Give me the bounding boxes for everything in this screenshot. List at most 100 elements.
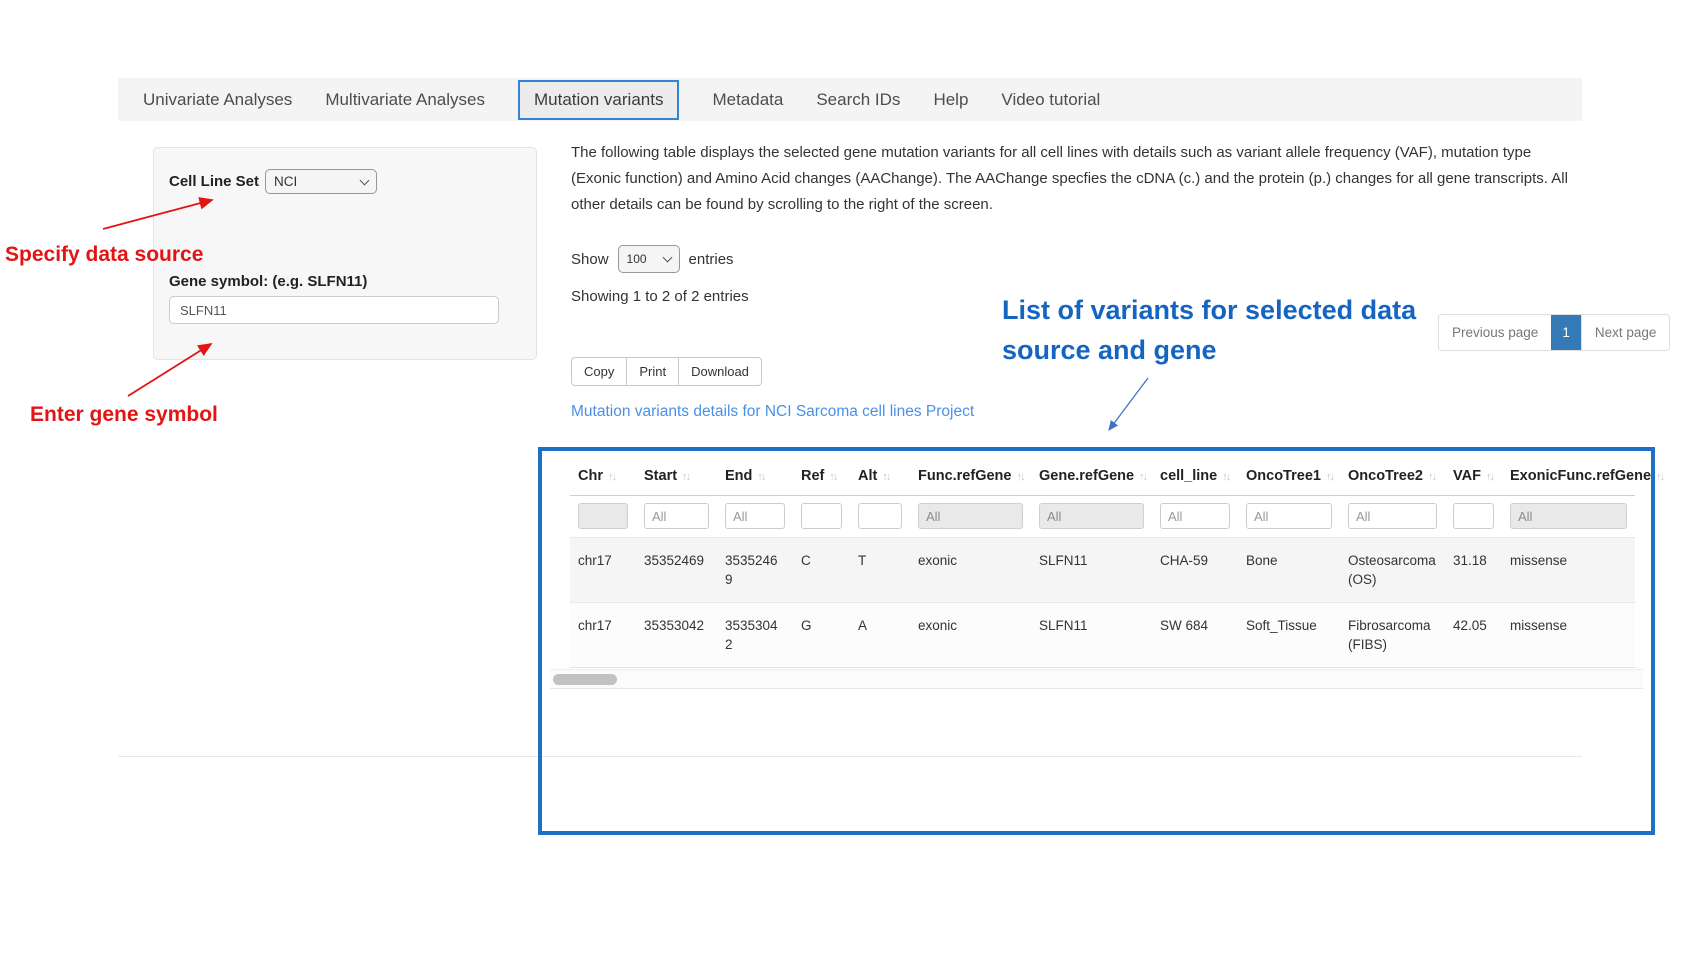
table-row: chr173535304235353042GAexonicSLFN11SW 68…	[570, 603, 1635, 668]
export-button-group: Copy Print Download	[571, 357, 762, 386]
table-cell: 35352469	[717, 538, 793, 603]
tab-video-tutorial[interactable]: Video tutorial	[1001, 90, 1100, 110]
table-cell: exonic	[910, 538, 1031, 603]
table-cell: SLFN11	[1031, 603, 1152, 668]
tab-help[interactable]: Help	[933, 90, 968, 110]
tab-univariate-analyses[interactable]: Univariate Analyses	[143, 90, 292, 110]
table-cell: SW 684	[1152, 603, 1238, 668]
filter-input-alt[interactable]	[858, 503, 902, 529]
column-header-alt[interactable]: Alt↑↓	[850, 455, 910, 496]
table-cell: exonic	[910, 603, 1031, 668]
column-header-ref[interactable]: Ref ↑↓	[793, 455, 850, 496]
column-header-func-refgene[interactable]: Func.refGene↑↓	[910, 455, 1031, 496]
sort-icon: ↑↓	[882, 471, 889, 483]
horizontal-scrollbar[interactable]	[550, 669, 1643, 689]
sort-icon: ↑↓	[1326, 471, 1333, 483]
page-size-select[interactable]: 100	[618, 245, 680, 273]
list-of-variants-note: List of variants for selected data sourc…	[1002, 290, 1462, 370]
table-cell: missense	[1502, 603, 1635, 668]
show-label: Show	[571, 251, 609, 268]
column-label: Start	[644, 468, 677, 484]
table-cell: 35353042	[636, 603, 717, 668]
filter-input-start[interactable]	[644, 503, 709, 529]
next-page-button[interactable]: Next page	[1581, 315, 1670, 350]
table-cell: 31.18	[1445, 538, 1502, 603]
cell-line-set-select[interactable]: NCI	[265, 169, 377, 194]
column-label: OncoTree2	[1348, 468, 1423, 484]
current-page-button[interactable]: 1	[1551, 315, 1581, 350]
specify-data-source-note: Specify data source	[5, 243, 203, 267]
download-button[interactable]: Download	[678, 357, 762, 386]
filter-input-oncotree1[interactable]	[1246, 503, 1332, 529]
table-cell: 42.05	[1445, 603, 1502, 668]
column-header-oncotree2[interactable]: OncoTree2 ↑↓	[1340, 455, 1445, 496]
column-header-cell-line[interactable]: cell_line↑↓	[1152, 455, 1238, 496]
table-cell: chr17	[570, 603, 636, 668]
table-cell: C	[793, 538, 850, 603]
table-cell: CHA-59	[1152, 538, 1238, 603]
filter-cell: All	[1031, 496, 1152, 538]
sort-icon: ↑↓	[1428, 471, 1435, 483]
cell-line-set-row: Cell Line Set NCI	[169, 169, 377, 194]
column-header-exonicfunc-refgene[interactable]: ExonicFunc.refGene↑↓	[1502, 455, 1635, 496]
tab-search-ids[interactable]: Search IDs	[816, 90, 900, 110]
filter-cell	[570, 496, 636, 538]
column-label: Ref	[801, 468, 824, 484]
sort-icon: ↑↓	[1016, 471, 1023, 483]
filter-select-gene-refgene[interactable]: All	[1039, 503, 1144, 529]
nav-tabs: Univariate Analyses Multivariate Analyses…	[118, 78, 1582, 121]
gene-symbol-input[interactable]	[169, 296, 499, 324]
column-header-start[interactable]: Start ↑↓	[636, 455, 717, 496]
filter-cell	[1340, 496, 1445, 538]
copy-button[interactable]: Copy	[571, 357, 627, 386]
column-header-chr[interactable]: Chr↑↓	[570, 455, 636, 496]
sort-icon: ↑↓	[1139, 471, 1146, 483]
column-header-oncotree1[interactable]: OncoTree1↑↓	[1238, 455, 1340, 496]
column-header-end[interactable]: End↑↓	[717, 455, 793, 496]
previous-page-button[interactable]: Previous page	[1439, 315, 1551, 350]
filter-input-oncotree2[interactable]	[1348, 503, 1437, 529]
filter-input-end[interactable]	[725, 503, 785, 529]
chevron-down-icon	[662, 253, 672, 263]
sort-icon: ↑↓	[1486, 471, 1493, 483]
filter-cell	[1152, 496, 1238, 538]
table-cell: Fibrosarcoma (FIBS)	[1340, 603, 1445, 668]
sort-icon: ↑↓	[682, 471, 689, 483]
filter-cell	[793, 496, 850, 538]
filter-cell: All	[1502, 496, 1635, 538]
filter-cell	[1238, 496, 1340, 538]
tab-mutation-variants[interactable]: Mutation variants	[518, 80, 679, 120]
filter-cell	[850, 496, 910, 538]
table-cell: missense	[1502, 538, 1635, 603]
page-size-row: Show 100 entries	[571, 245, 734, 273]
filter-select-func-refgene[interactable]: All	[918, 503, 1023, 529]
table-cell: G	[793, 603, 850, 668]
tab-multivariate-analyses[interactable]: Multivariate Analyses	[325, 90, 485, 110]
cell-line-set-value: NCI	[274, 174, 297, 189]
filter-select-exonicfunc-refgene[interactable]: All	[1510, 503, 1627, 529]
variants-table-wrap: Chr↑↓Start↑↓End↑↓Ref↑↓Alt↑↓Func.refGene↑…	[570, 455, 1635, 668]
filter-input-vaf[interactable]	[1453, 503, 1494, 529]
table-cell: T	[850, 538, 910, 603]
sort-icon: ↑↓	[1656, 471, 1663, 483]
sort-icon: ↑↓	[608, 471, 615, 483]
column-label: Gene.refGene	[1039, 468, 1134, 484]
filter-input-ref[interactable]	[801, 503, 842, 529]
column-label: ExonicFunc.refGene	[1510, 468, 1651, 484]
table-cell: Soft_Tissue	[1238, 603, 1340, 668]
variants-table: Chr↑↓Start↑↓End↑↓Ref↑↓Alt↑↓Func.refGene↑…	[570, 455, 1635, 668]
tab-metadata[interactable]: Metadata	[712, 90, 783, 110]
sort-icon: ↑↓	[757, 471, 764, 483]
variants-details-link[interactable]: Mutation variants details for NCI Sarcom…	[571, 403, 974, 421]
column-header-vaf[interactable]: VAF↑↓	[1445, 455, 1502, 496]
sort-icon: ↑↓	[1222, 471, 1229, 483]
scrollbar-thumb[interactable]	[553, 674, 617, 685]
table-row: chr173535246935352469CTexonicSLFN11CHA-5…	[570, 538, 1635, 603]
print-button[interactable]: Print	[626, 357, 679, 386]
enter-gene-symbol-note: Enter gene symbol	[30, 403, 218, 427]
filter-input-cell-line[interactable]	[1160, 503, 1230, 529]
column-header-gene-refgene[interactable]: Gene.refGene ↑↓	[1031, 455, 1152, 496]
sort-icon: ↑↓	[829, 471, 836, 483]
query-panel: Cell Line Set NCI Gene symbol: (e.g. SLF…	[153, 147, 537, 360]
page-size-value: 100	[627, 252, 647, 266]
